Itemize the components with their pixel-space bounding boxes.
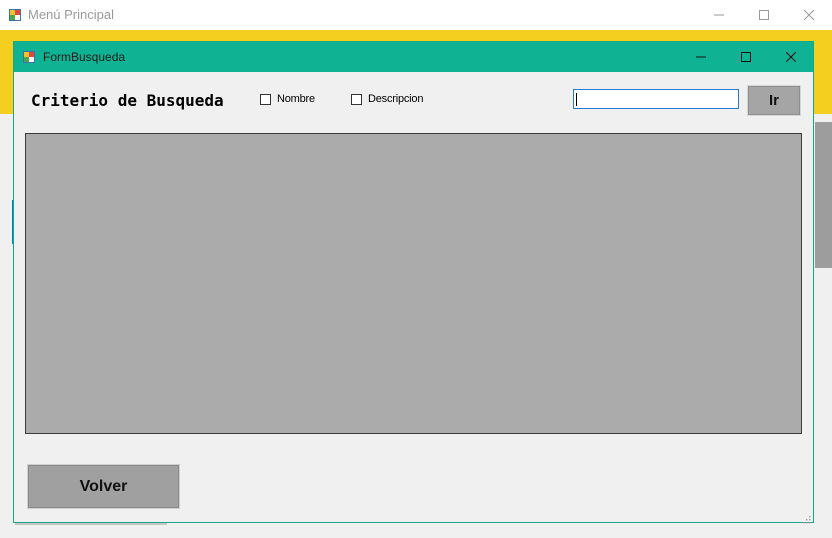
maximize-icon	[741, 52, 751, 62]
checkbox-descripcion-box[interactable]	[351, 93, 362, 105]
minimize-icon	[714, 14, 724, 16]
checkbox-descripcion-label: Descripcion	[368, 93, 424, 105]
back-button[interactable]: Volver	[27, 464, 180, 509]
go-button[interactable]: Ir	[747, 85, 801, 116]
form-maximize-button[interactable]	[723, 42, 769, 72]
parent-side-panel	[815, 122, 832, 268]
form-busqueda-window: FormBusqueda Criterio de Busqueda Nombre…	[13, 41, 814, 524]
close-icon	[786, 52, 796, 62]
results-grid[interactable]	[25, 133, 802, 434]
maximize-icon	[759, 10, 769, 20]
checkbox-nombre-box[interactable]	[260, 93, 271, 105]
parent-close-button[interactable]	[786, 0, 832, 30]
parent-titlebar: Menú Principal	[0, 0, 832, 30]
text-caret	[576, 93, 577, 106]
criteria-label: Criterio de Busqueda	[31, 91, 224, 110]
form-icon	[23, 50, 35, 63]
checkbox-nombre-label: Nombre	[277, 93, 315, 105]
parent-window-title: Menú Principal	[28, 7, 114, 22]
form-title: FormBusqueda	[43, 50, 126, 64]
form-titlebar[interactable]: FormBusqueda	[14, 42, 813, 72]
close-icon	[804, 10, 814, 20]
resize-grip-icon[interactable]	[802, 511, 811, 524]
form-close-button[interactable]	[768, 42, 814, 72]
parent-minimize-button[interactable]	[696, 0, 742, 30]
checkbox-nombre[interactable]: Nombre	[260, 93, 315, 105]
app-icon	[9, 8, 21, 21]
minimize-icon	[696, 56, 706, 58]
checkbox-descripcion[interactable]: Descripcion	[351, 93, 423, 105]
parent-maximize-button[interactable]	[741, 0, 787, 30]
search-input[interactable]	[573, 89, 739, 109]
form-minimize-button[interactable]	[678, 42, 724, 72]
